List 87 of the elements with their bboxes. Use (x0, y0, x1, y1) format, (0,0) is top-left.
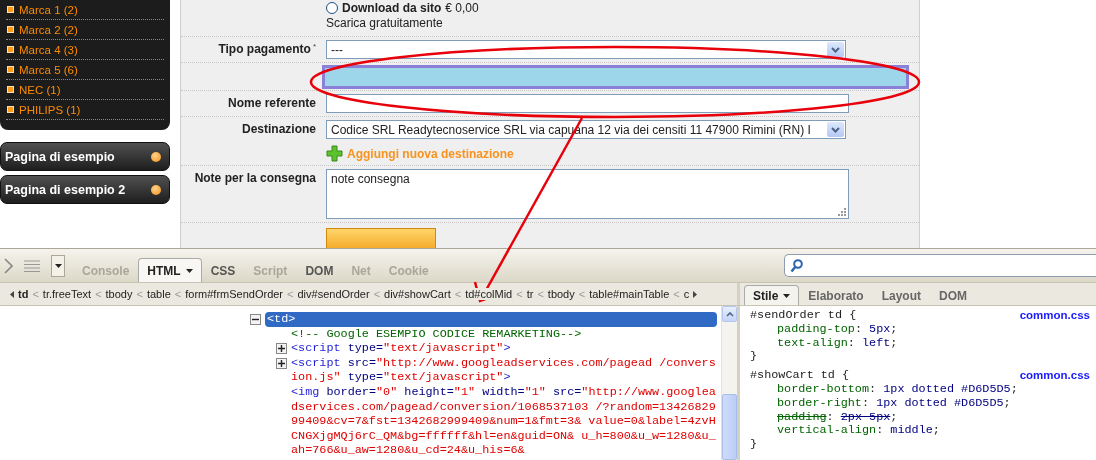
panel-tab[interactable]: CSS (201, 258, 245, 282)
expand-icon[interactable] (276, 357, 287, 369)
breadcrumb-item[interactable]: div#sendOrder (296, 288, 371, 300)
option-note: Scarica gratuitamente (326, 16, 444, 30)
breadcrumb-item[interactable]: tr (525, 288, 535, 300)
plus-icon (326, 145, 343, 162)
category-link[interactable]: Marca 2 (2) (19, 23, 78, 36)
scroll-left-icon[interactable] (10, 290, 14, 298)
breadcrumb-item[interactable]: tbody (546, 288, 576, 300)
option-label: Download da sito (342, 1, 442, 15)
bullet-icon (7, 26, 14, 33)
breadcrumb-item[interactable]: td (17, 288, 30, 300)
html-node[interactable]: <td> (265, 312, 717, 327)
field-label: Nome referente (227, 96, 316, 110)
menu-button[interactable] (51, 254, 65, 277)
panel-tab[interactable]: HTML (138, 258, 202, 282)
expand-icon[interactable] (276, 343, 287, 355)
bullet-icon (7, 106, 14, 113)
html-node[interactable]: <!-- Google ESEMPIO CODICE REMARKETING--> (291, 326, 721, 342)
side-panel-tab[interactable]: Elaborato (799, 285, 873, 305)
breadcrumb-separator: < (578, 288, 586, 300)
scrollbar[interactable] (721, 306, 737, 460)
page-button[interactable]: Pagina di esempio 2 (0, 175, 170, 204)
scroll-up-icon[interactable] (725, 311, 734, 317)
breadcrumb-separator: < (287, 288, 294, 300)
stylesheet-link[interactable]: common.css (1019, 369, 1090, 383)
breadcrumb-separator: < (373, 288, 381, 300)
css-property[interactable]: border-bottom: 1px dotted #D6D5D5; (750, 383, 1096, 397)
chevron-down-icon (831, 126, 840, 133)
html-node[interactable]: <img border="0" height="1" width="1" src="http://www.googleadservices.com/pagead/conversion/1068537103 /?random=1342682999409&cv=7&fst=1342682999409&num=1&fmt=3& value=0&label=4zvHCNGXjgMQj6rC_QM&bg=ffffff&hl=en&guid=ON& u_h=800&u_w=1280&u_ah=766&u_aw=1280&u_cd=24&u_his=6& (291, 384, 721, 458)
breadcrumb-separator: < (95, 288, 102, 300)
resize-grip-icon[interactable] (838, 208, 846, 216)
text-field[interactable] (326, 94, 849, 113)
chevron-down-icon (831, 46, 840, 53)
collapse-icon[interactable] (250, 314, 261, 325)
page-button[interactable]: Pagina di esempio (0, 142, 170, 171)
side-panel-tab[interactable]: DOM (930, 285, 977, 305)
search-field[interactable] (784, 254, 1096, 277)
panel-tab[interactable]: DOM (296, 258, 343, 282)
css-property[interactable]: padding-top: 5px; (750, 322, 1096, 337)
field-label: Note per la consegna (194, 171, 316, 185)
stylesheet-link[interactable]: common.css (1019, 309, 1090, 323)
side-panel-tab[interactable]: Stile (744, 285, 800, 305)
css-selector: #sendOrder td { (750, 309, 857, 323)
field-label: Destinazione (242, 122, 316, 136)
breadcrumb-separator: < (537, 288, 544, 300)
category-link[interactable]: NEC (1) (19, 83, 61, 96)
breadcrumb-item[interactable]: tr.freeText (41, 288, 93, 300)
breadcrumb-separator: < (32, 288, 39, 300)
breadcrumb-item[interactable]: div#showCart (383, 288, 452, 300)
breadcrumb-separator: < (516, 288, 523, 300)
bullet-icon (7, 6, 14, 13)
css-property[interactable]: text-align: left; (750, 336, 1096, 351)
bullet-icon (7, 46, 14, 53)
css-brace: } (750, 438, 759, 452)
inspect-icon[interactable] (3, 257, 13, 274)
breadcrumb-separator: < (454, 288, 462, 300)
scroll-right-icon[interactable] (693, 290, 698, 298)
css-property[interactable]: border-right: 1px dotted #D6D5D5; (750, 396, 1096, 411)
css-selector: #showCart td { (750, 369, 850, 383)
option-price: € 0,00 (445, 1, 479, 15)
bullet-icon (7, 86, 14, 93)
html-node[interactable]: <script src="http://www.googleadservices.com/pagead /conversion.js" type="text/javascript"> (291, 355, 721, 385)
bullet-icon (7, 66, 14, 73)
category-link[interactable]: Marca 1 (2) (19, 3, 78, 16)
breadcrumb-item[interactable]: table (145, 288, 172, 300)
css-brace: } (750, 350, 759, 365)
category-link[interactable]: PHILIPS (1) (19, 103, 81, 116)
radio-button[interactable] (326, 2, 338, 14)
text-area[interactable]: note consegna (326, 169, 849, 219)
breadcrumb-separator: < (136, 288, 143, 300)
category-link[interactable]: Marca 5 (6) (19, 63, 78, 76)
breadcrumb-item[interactable]: tbody (104, 288, 134, 300)
breadcrumb-separator: < (174, 288, 182, 300)
field-label: Tipo pagamento (218, 42, 311, 56)
html-node[interactable]: <script type="text/javascript"> (291, 341, 721, 356)
breadcrumb-item[interactable]: table#mainTable (588, 288, 671, 300)
caret-icon (54, 263, 62, 268)
breadcrumb-separator: < (673, 288, 680, 300)
css-property[interactable]: padding: 2px 5px; (750, 410, 1096, 425)
breadcrumb-item[interactable]: form#frmSendOrder (184, 288, 285, 300)
search-icon (790, 258, 803, 273)
css-property[interactable]: vertical-align: middle; (750, 424, 1096, 439)
breadcrumb-item[interactable]: td#colMid (464, 288, 514, 300)
category-link[interactable]: Marca 4 (3) (19, 43, 78, 56)
required-mark: * (312, 42, 316, 51)
side-panel-tab[interactable]: Layout (872, 285, 931, 305)
